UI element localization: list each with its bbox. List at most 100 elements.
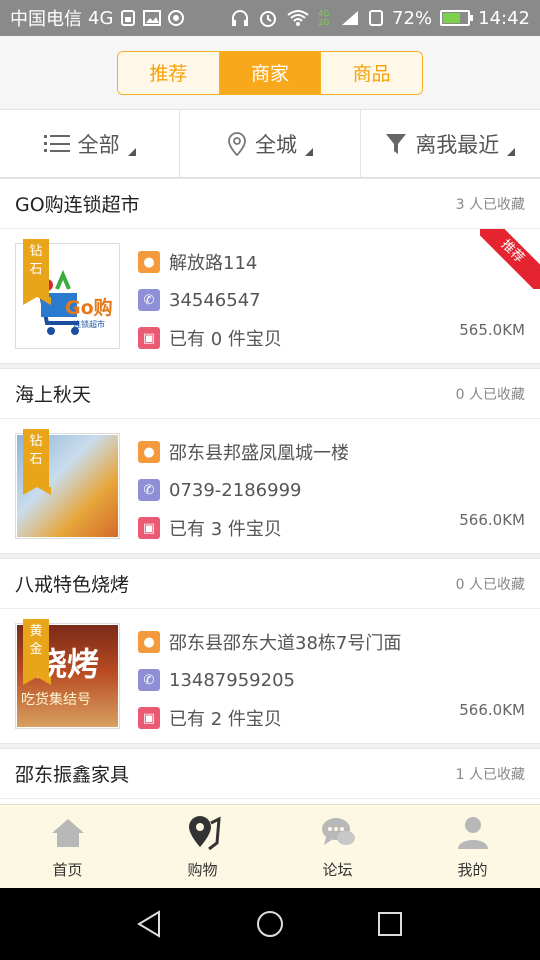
nav-forum-label: 论坛 (322, 861, 353, 879)
wifi-icon (287, 10, 309, 26)
store-card[interactable]: GO购连锁超市 3 人已收藏 推荐 Go购 连锁超市 钻 石 ● 解放路114 … (0, 178, 540, 364)
store-list: GO购连锁超市 3 人已收藏 推荐 Go购 连锁超市 钻 石 ● 解放路114 … (0, 178, 540, 804)
dropdown-triangle-icon (507, 147, 516, 156)
filter-sort[interactable]: 离我最近 (361, 110, 540, 177)
segment-header: 推荐 商家 商品 (0, 36, 540, 110)
status-bar: 中国电信 4G 4G 2G 72% 14:42 (0, 0, 540, 36)
store-body: 烧烤 吃货集结号 黄金 ● 邵东县邵东大道38栋7号门面 ✆ 13487959205… (0, 609, 540, 743)
signal-mini-label: 4G 2G (318, 9, 330, 27)
segment-control: 推荐 商家 商品 (117, 50, 423, 95)
store-header: GO购连锁超市 3 人已收藏 (0, 179, 540, 229)
nav-home-label: 首页 (52, 861, 83, 879)
go-logo-subtext: 连锁超市 (73, 320, 105, 329)
tab-merchants[interactable]: 商家 (219, 51, 322, 94)
store-address: 解放路114 (169, 253, 258, 274)
filter-area-label: 全城 (254, 132, 297, 157)
clock: 14:42 (478, 7, 530, 29)
favorite-count: 3 人已收藏 (455, 196, 525, 213)
filter-area[interactable]: 全城 (180, 110, 361, 177)
app-notification-icon (168, 10, 185, 26)
phone-icon[interactable]: ✆ (138, 669, 160, 691)
back-icon[interactable] (135, 909, 165, 939)
gift-icon: ▣ (138, 707, 160, 729)
signal-icon (342, 11, 359, 25)
phone-icon[interactable]: ✆ (138, 289, 160, 311)
filter-sort-label: 离我最近 (415, 132, 500, 157)
chat-icon (321, 818, 355, 845)
level-badge: 钻石 (23, 429, 51, 495)
network-label: 4G (88, 7, 114, 29)
store-info: ● 邵东县邵东大道38栋7号门面 ✆ 13487959205 ▣ 已有 2 件宝贝 (138, 623, 525, 737)
store-phone[interactable]: 34546547 (169, 290, 261, 311)
store-body: 钻石 ● 邵东县邦盛凤凰城一楼 ✆ 0739-2186999 ▣ 已有 3 件宝贝 5… (0, 419, 540, 553)
store-distance: 566.0KM (459, 701, 525, 719)
store-body: 推荐 Go购 连锁超市 钻石 ● 解放路114 ✆ 34546547 ▣ 已有 … (0, 229, 540, 363)
store-name: 八戒特色烧烤 (15, 574, 130, 596)
alarm-icon (260, 11, 277, 27)
nav-shopping[interactable]: 购物 (135, 805, 270, 888)
home-circle-icon[interactable] (255, 909, 285, 939)
list-icon (43, 134, 70, 152)
tab-products[interactable]: 商品 (321, 51, 422, 94)
nav-home[interactable]: 首页 (0, 805, 135, 888)
store-name: 海上秋天 (15, 384, 92, 406)
level-badge: 黄金 (23, 619, 51, 685)
nav-shopping-label: 购物 (187, 861, 218, 879)
store-item-count: 已有 2 件宝贝 (169, 709, 282, 730)
favorite-count: 1 人已收藏 (455, 766, 525, 783)
bottom-nav: 首页 购物 论坛 我的 (0, 804, 540, 888)
store-card[interactable]: 海上秋天 0 人已收藏 钻石 ● 邵东县邦盛凤凰城一楼 ✆ 0739-2186999… (0, 368, 540, 554)
recents-icon[interactable] (375, 909, 405, 939)
headphones-icon (232, 10, 249, 26)
store-name: 邵东振鑫家具 (15, 764, 130, 786)
location-icon: ● (138, 251, 160, 273)
battery-percent: 72% (392, 7, 433, 29)
gift-icon: ▣ (138, 327, 160, 349)
location-icon: ● (138, 441, 160, 463)
store-card[interactable]: 八戒特色烧烤 0 人已收藏 烧烤 吃货集结号 黄金 ● 邵东县邵东大道38栋7号门… (0, 558, 540, 744)
store-item-count: 已有 0 件宝贝 (169, 329, 282, 350)
system-nav-bar (0, 888, 540, 960)
tab-recommend[interactable]: 推荐 (118, 51, 220, 94)
store-header: 海上秋天 0 人已收藏 (0, 369, 540, 419)
funnel-icon (386, 133, 407, 154)
phone-icon[interactable]: ✆ (138, 479, 160, 501)
store-header: 邵东振鑫家具 1 人已收藏 (0, 749, 540, 799)
dropdown-triangle-icon (304, 147, 313, 156)
favorite-count: 0 人已收藏 (455, 576, 525, 593)
nav-mine[interactable]: 我的 (405, 805, 540, 888)
gift-icon: ▣ (138, 517, 160, 539)
store-phone[interactable]: 0739-2186999 (169, 480, 301, 501)
sim-slot-icon (369, 10, 384, 26)
level-badge: 钻石 (23, 239, 51, 305)
store-distance: 565.0KM (459, 321, 525, 339)
store-info: ● 邵东县邦盛凤凰城一楼 ✆ 0739-2186999 ▣ 已有 3 件宝贝 (138, 433, 525, 547)
location-icon (228, 131, 246, 156)
store-info: ● 解放路114 ✆ 34546547 ▣ 已有 0 件宝贝 (138, 243, 525, 357)
store-item-count: 已有 3 件宝贝 (169, 519, 282, 540)
store-card[interactable]: 邵东振鑫家具 1 人已收藏 钻石 (0, 748, 540, 804)
store-address: 邵东县邦盛凤凰城一楼 (169, 443, 349, 464)
nav-mine-label: 我的 (457, 861, 488, 879)
favorite-count: 0 人已收藏 (455, 386, 525, 403)
store-address: 邵东县邵东大道38栋7号门面 (169, 633, 402, 654)
map-pin-icon (188, 816, 221, 851)
bbq-subtitle-text: 吃货集结号 (21, 692, 91, 708)
home-icon (51, 819, 84, 847)
store-distance: 566.0KM (459, 511, 525, 529)
filter-bar: 全部 全城 离我最近 (0, 110, 540, 178)
store-header: 八戒特色烧烤 0 人已收藏 (0, 559, 540, 609)
person-icon (457, 817, 488, 849)
go-logo-text: Go购 (65, 297, 113, 319)
nav-forum[interactable]: 论坛 (270, 805, 405, 888)
sim-icon (121, 10, 136, 26)
filter-category-label: 全部 (77, 132, 120, 157)
store-name: GO购连锁超市 (15, 194, 140, 216)
filter-category[interactable]: 全部 (0, 110, 181, 177)
image-icon (143, 10, 162, 26)
battery-icon (440, 10, 474, 26)
dropdown-triangle-icon (127, 147, 136, 156)
carrier-label: 中国电信 (10, 9, 82, 30)
location-icon: ● (138, 631, 160, 653)
store-phone[interactable]: 13487959205 (169, 670, 295, 691)
